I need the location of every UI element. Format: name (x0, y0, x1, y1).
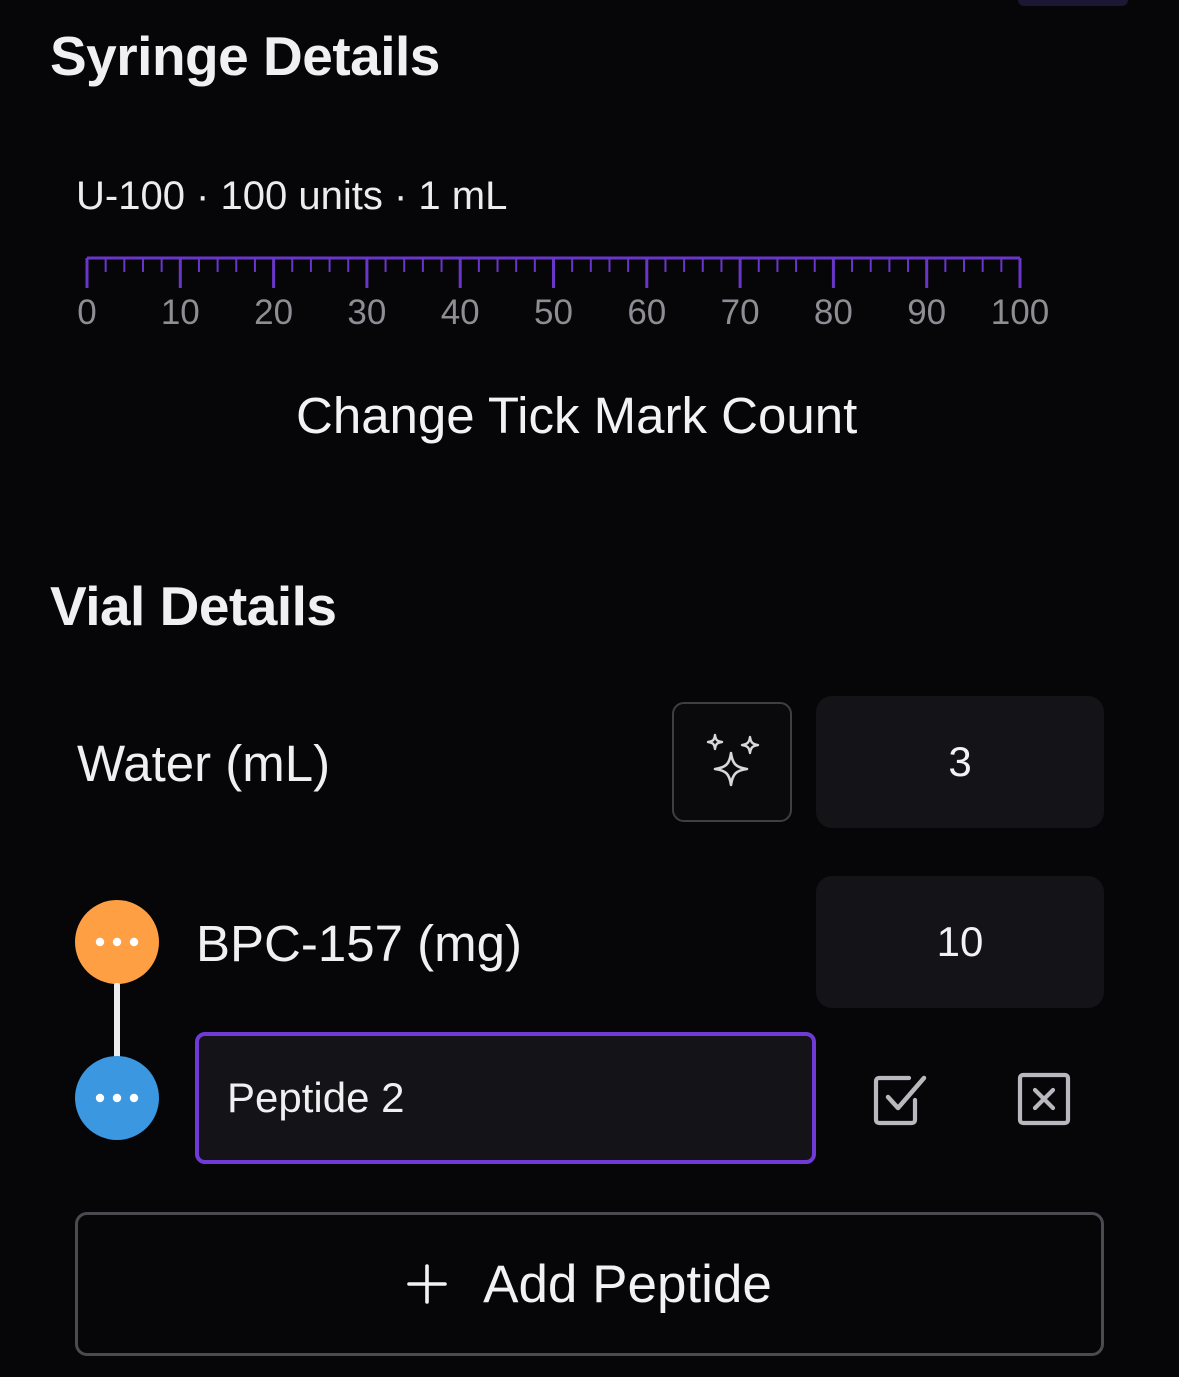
top-tab-indicator (1018, 0, 1128, 6)
ruler-tick-label: 80 (814, 293, 853, 332)
syringe-section-title: Syringe Details (50, 25, 440, 87)
ruler-tick-label: 60 (627, 293, 666, 332)
auto-calculate-button[interactable] (672, 702, 792, 822)
ruler-tick-label: 90 (907, 293, 946, 332)
plus-icon (407, 1264, 447, 1304)
checkbox-check-icon (873, 1075, 927, 1126)
peptide-1-amount-input[interactable]: 10 (816, 876, 1104, 1008)
more-horizontal-icon (95, 937, 139, 947)
ruler-tick-label: 40 (441, 293, 480, 332)
vial-section-title: Vial Details (50, 575, 337, 637)
ruler-tick-label: 10 (161, 293, 200, 332)
syringe-ruler: 0 10 20 30 40 50 60 70 80 90 100 (77, 256, 1049, 332)
add-peptide-label: Add Peptide (483, 1254, 772, 1314)
peptide-1-menu-button[interactable] (75, 900, 159, 984)
more-horizontal-icon (95, 1093, 139, 1103)
ruler-tick-label: 70 (721, 293, 760, 332)
close-square-icon (1017, 1072, 1071, 1126)
ruler-tick-label: 30 (347, 293, 386, 332)
ruler-tick-label: 100 (991, 293, 1049, 332)
change-tick-count-button[interactable]: Change Tick Mark Count (296, 386, 857, 445)
ruler-tick-label: 0 (77, 293, 96, 332)
confirm-peptide-button[interactable] (870, 1069, 930, 1129)
sparkles-icon (706, 733, 760, 787)
add-peptide-button[interactable]: Add Peptide (75, 1212, 1104, 1356)
syringe-info: U-100 · 100 units · 1 mL (76, 174, 508, 218)
peptide-2-menu-button[interactable] (75, 1056, 159, 1140)
water-label: Water (mL) (77, 735, 331, 792)
ruler-tick-label: 50 (534, 293, 573, 332)
peptide-connector-line (114, 983, 120, 1059)
peptide-name-input[interactable]: Peptide 2 (195, 1032, 816, 1164)
ruler-tick-label: 20 (254, 293, 293, 332)
water-volume-input[interactable]: 3 (816, 696, 1104, 828)
peptide-name-value: Peptide 2 (227, 1074, 405, 1121)
peptide-1-label: BPC-157 (mg) (196, 915, 522, 972)
cancel-peptide-button[interactable] (1014, 1069, 1074, 1129)
